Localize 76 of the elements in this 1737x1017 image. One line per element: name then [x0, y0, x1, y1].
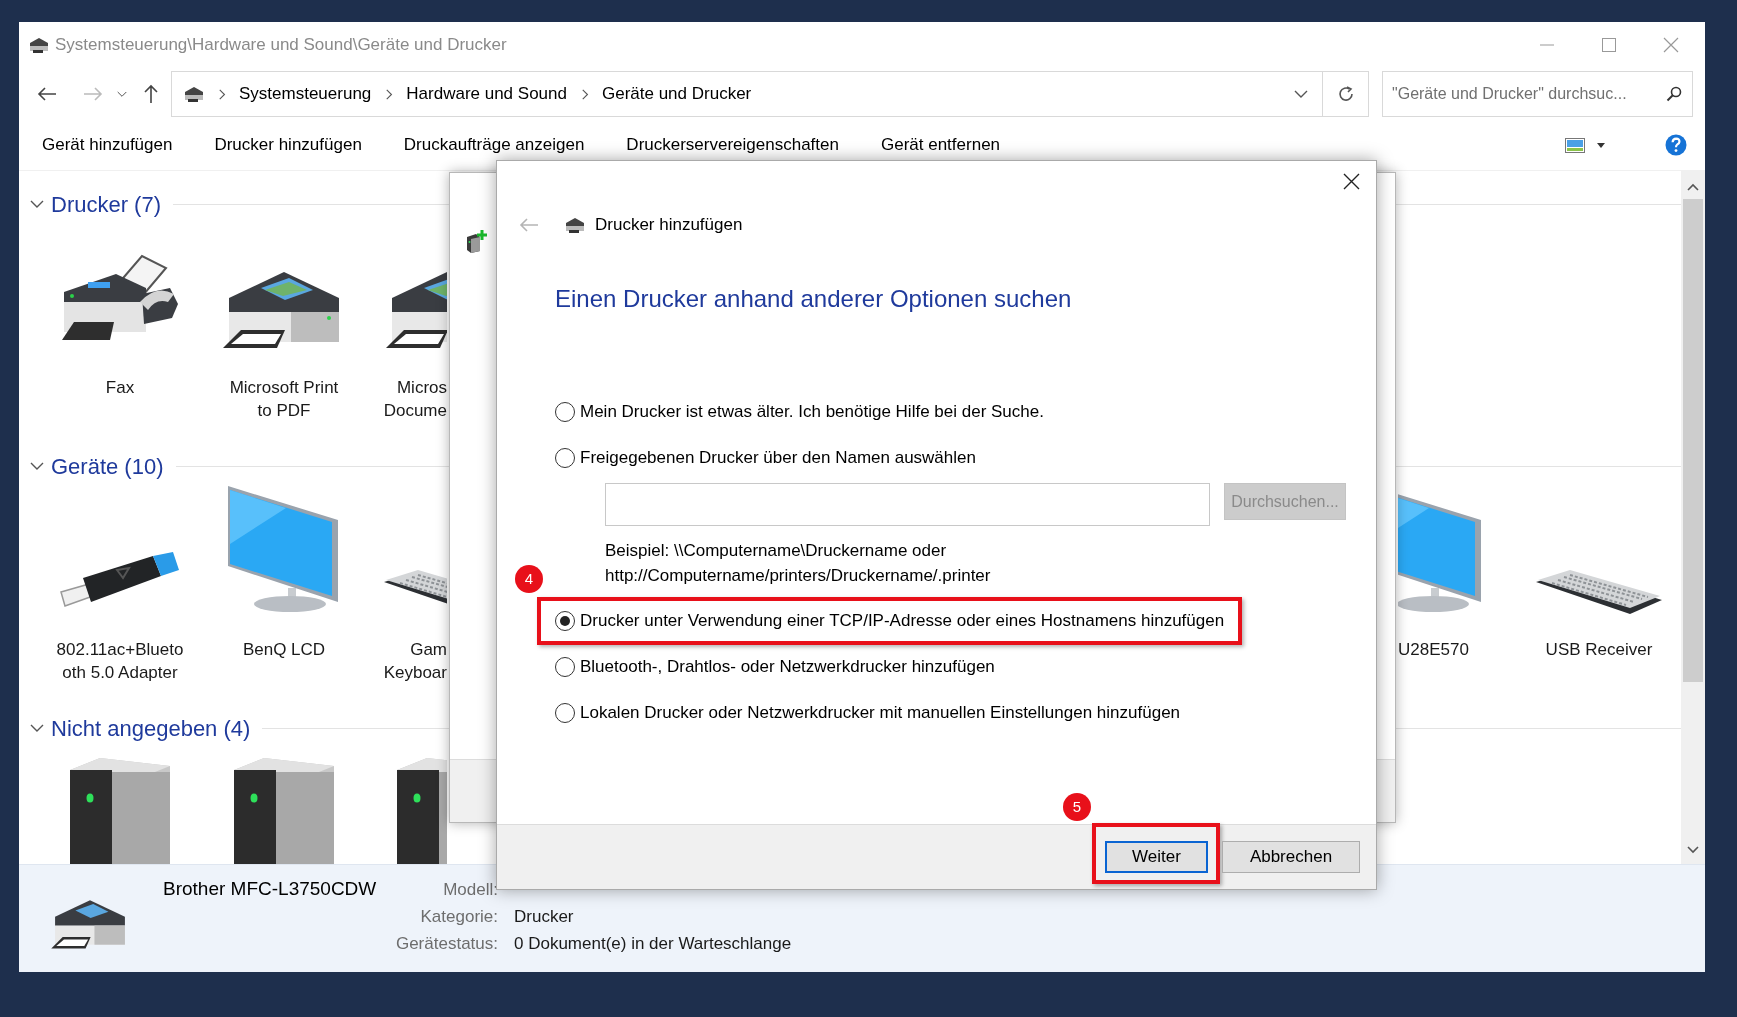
- recent-locations-icon[interactable]: [117, 89, 127, 99]
- radio-button[interactable]: [555, 703, 575, 723]
- scrollbar[interactable]: [1681, 171, 1705, 864]
- device-label: Microsoft Print to PDF: [229, 377, 339, 422]
- radio-button[interactable]: [555, 611, 575, 631]
- device-name: Brother MFC-L3750CDW: [163, 877, 377, 901]
- scroll-up-icon[interactable]: [1687, 183, 1699, 191]
- dialog-button[interactable]: Abbrechen: [1222, 841, 1360, 873]
- control-panel-icon: [29, 36, 49, 54]
- device-label: Micros Docume: [382, 377, 447, 422]
- toolbar-button[interactable]: Drucker hinzufügen: [214, 132, 362, 158]
- device-label: USB Receiver: [1545, 639, 1653, 661]
- field-label: Modell:: [443, 879, 498, 901]
- close-icon[interactable]: [1343, 173, 1360, 190]
- radio-option[interactable]: Bluetooth-, Drahtlos- oder Netzwerkdrucker hinzufügen: [555, 654, 995, 680]
- device-label: BenQ LCD: [242, 639, 326, 661]
- dialog-heading: Einen Drucker anhand anderer Optionen suchen: [555, 284, 1072, 314]
- group-header[interactable]: Nicht angegeben (4): [51, 711, 251, 745]
- dialog-button[interactable]: Weiter: [1105, 841, 1208, 873]
- device-label: 802.11ac+Blueto oth 5.0 Adapter: [56, 639, 184, 684]
- radio-button[interactable]: [555, 448, 575, 468]
- window-title: Systemsteuerung\Hardware und Sound\Geräte und Drucker: [55, 34, 507, 57]
- step-badge: 4: [515, 565, 543, 593]
- breadcrumb-chevron-icon[interactable]: [385, 88, 395, 100]
- search-box[interactable]: "Geräte und Drucker" durchsuc...: [1382, 71, 1693, 117]
- radio-option[interactable]: Lokalen Drucker oder Netzwerkdrucker mit manuellen Einstellungen hinzufügen: [555, 700, 1181, 726]
- field-value: Drucker: [514, 906, 575, 928]
- search-field[interactable]: "Geräte und Drucker" durchsuc...: [1392, 82, 1666, 106]
- dialog-title: Drucker hinzufügen: [595, 214, 743, 237]
- collapse-chevron-icon[interactable]: [30, 199, 44, 209]
- field-label: Gerätestatus:: [395, 933, 498, 955]
- address-bar[interactable]: Systemsteuerung Hardware und Sound Geräte und Drucker: [171, 71, 1323, 117]
- computer-tower-icon: [234, 758, 334, 864]
- toolbar-button[interactable]: Druckaufträge anzeigen: [403, 132, 585, 158]
- refresh-button[interactable]: [1323, 71, 1369, 117]
- radio-button[interactable]: [555, 657, 575, 677]
- field-label: Kategorie:: [420, 906, 498, 928]
- search-icon[interactable]: [1666, 86, 1682, 102]
- add-printer-icon: [466, 229, 488, 253]
- dropdown-icon[interactable]: [1294, 89, 1308, 99]
- device-label: Gam Keyboar: [382, 639, 447, 684]
- step-badge: 5: [1063, 793, 1091, 821]
- breadcrumb-item[interactable]: Systemsteuerung: [239, 81, 372, 107]
- device-label: Fax: [105, 377, 135, 399]
- collapse-chevron-icon[interactable]: [30, 723, 44, 733]
- toolbar-button[interactable]: Gerät entfernen: [880, 132, 1001, 158]
- breadcrumb-item[interactable]: Geräte und Drucker: [601, 81, 752, 107]
- breadcrumb-item[interactable]: Hardware und Sound: [406, 81, 567, 107]
- caret-icon[interactable]: [1597, 142, 1605, 148]
- name-input-field[interactable]: [605, 483, 1210, 526]
- toolbar-button[interactable]: Gerät hinzufügen: [42, 132, 173, 158]
- group-header[interactable]: Drucker (7): [51, 187, 161, 221]
- radio-option[interactable]: Freigegebenen Drucker über den Namen auswählen: [555, 445, 976, 471]
- keyboard-icon: [1534, 570, 1664, 616]
- maximize-icon[interactable]: [1601, 37, 1617, 53]
- radio-button[interactable]: [555, 402, 575, 422]
- collapse-chevron-icon[interactable]: [30, 461, 44, 471]
- toolbar-button[interactable]: Druckerservereigenschaften: [626, 132, 839, 158]
- group-header[interactable]: Geräte (10): [51, 449, 164, 483]
- radio-option[interactable]: Drucker unter Verwendung einer TCP/IP-Adresse oder eines Hostnamens hinzufügen: [555, 608, 1225, 634]
- scrollbar-thumb[interactable]: [1683, 199, 1703, 682]
- field-value: 0 Dokument(e) in der Warteschlange: [514, 933, 792, 955]
- radio-option[interactable]: Mein Drucker ist etwas älter. Ich benötige Hilfe bei der Suche.: [555, 399, 1044, 425]
- up-arrow-icon[interactable]: [143, 84, 159, 104]
- device-label: U28E570: [1398, 639, 1469, 661]
- view-options-icon[interactable]: [1565, 137, 1585, 153]
- refresh-icon: [1336, 85, 1355, 103]
- control-panel-icon: [184, 85, 204, 103]
- breadcrumb-chevron-icon[interactable]: [580, 88, 590, 100]
- breadcrumb-chevron-icon[interactable]: [218, 88, 227, 100]
- printer-icon: [563, 216, 587, 234]
- help-icon[interactable]: [1665, 134, 1687, 156]
- back-arrow-icon[interactable]: [37, 86, 57, 102]
- scroll-down-icon[interactable]: [1687, 846, 1699, 854]
- computer-tower-icon: [70, 758, 170, 864]
- example-text: Beispiel: \\Computername\Druckername oder http://Computername/printers/Druckername/.printer: [605, 540, 992, 587]
